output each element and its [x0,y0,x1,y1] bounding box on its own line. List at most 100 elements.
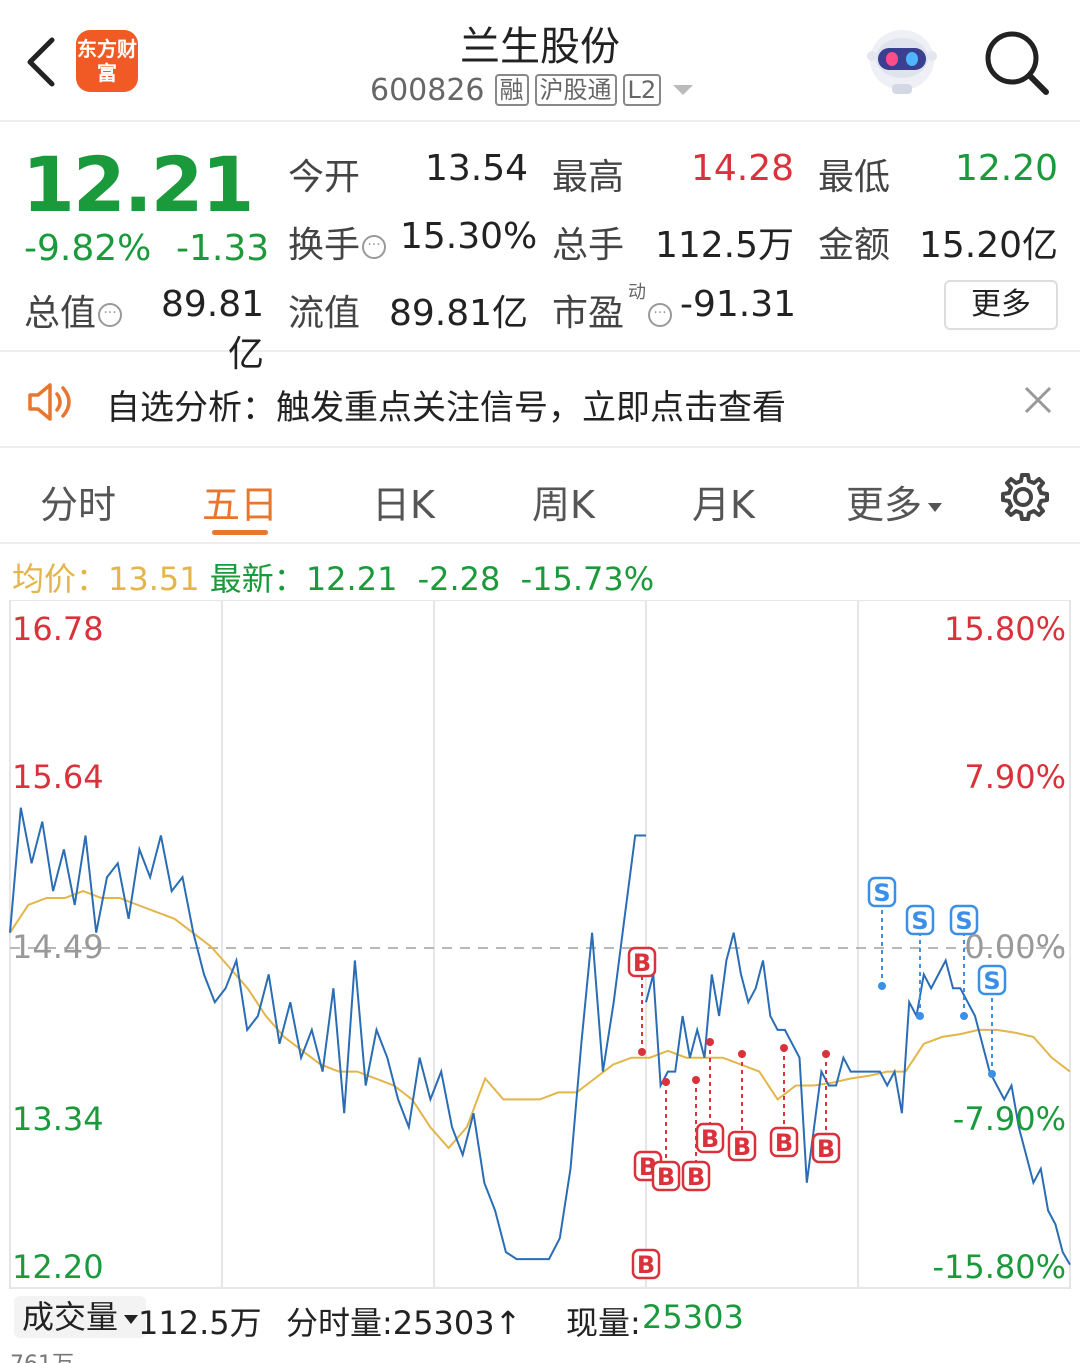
buy-marker-point [706,1038,714,1046]
buy-marker-letter: B [817,1135,835,1163]
latest-value: 12.21 [305,560,398,598]
y-tick-right: 0.00% [964,928,1066,966]
caret-down-icon [928,503,943,512]
l2-tag[interactable]: L2 [622,74,662,106]
y-tick-left: 14.49 [12,928,104,966]
caret-down-icon [124,1314,139,1324]
amount-label: 金额 [818,225,891,266]
indicator-select[interactable]: 成交量 [14,1296,147,1338]
y-tick-right: 15.80% [944,610,1066,648]
sell-marker-letter: S [911,907,928,935]
speaker-icon [28,383,71,421]
volume-total: 112.5万 [138,1304,262,1342]
pe-label[interactable]: 市盈 ··· [552,284,673,336]
buy-marker-letter: B [775,1129,793,1157]
tab-five-day[interactable]: 五日 [202,474,278,529]
volume-row: 成交量 112.5万 分时量:25303↑ 现量: 25303 [0,1294,1080,1344]
sell-marker-letter: S [983,967,1000,995]
info-icon[interactable]: ··· [362,235,387,259]
notice-text: 自选分析：触发重点关注信号，立即点击查看 [106,388,786,428]
sell-marker-point [878,982,886,990]
mktcap-label[interactable]: 总值 ··· [24,284,123,336]
y-tick-left: 15.64 [12,758,104,796]
buy-marker-letter: B [657,1163,675,1191]
sell-marker-point [960,1012,968,1020]
info-icon[interactable]: ··· [98,303,123,327]
chart-frame [9,600,1071,1289]
high-value: 14.28 [690,148,794,189]
stock-name: 兰生股份 [460,24,620,70]
y-tick-left: 13.34 [12,1100,104,1138]
volume-value: 112.5万 [654,225,794,266]
margin-tag: 融 [494,74,529,106]
open-label: 今开 [288,157,361,198]
pe-dynamic-sup: 动 [628,282,646,303]
header: 东方财富 兰生股份 600826 融 沪股通 L2 [0,0,1080,122]
buy-marker-point [822,1050,830,1058]
float-label: 流值 [288,293,361,334]
active-tab-indicator [212,530,268,535]
current-price: 12.21 [22,140,254,229]
latest-change: -2.28 [417,560,501,598]
sell-marker-point [988,1070,996,1078]
pe-label-text: 市盈 [552,293,625,334]
tab-intraday[interactable]: 分时 [40,474,116,529]
latest-change-pct: -15.73% [520,560,655,598]
search-icon[interactable] [982,28,1052,98]
sell-marker-point [916,1012,924,1020]
y-tick-left: 12.20 [12,1248,104,1286]
amount-value: 15.20亿 [918,225,1058,266]
indicator-select-label: 成交量 [22,1298,119,1336]
volume-label: 总手 [552,225,625,266]
turnover-label-text: 换手 [288,225,361,266]
more-quote-button[interactable]: 更多 [944,280,1058,330]
latest-label: 最新： [209,560,306,598]
mktcap-label-text: 总值 [24,293,97,334]
high-label: 最高 [552,157,625,198]
robot-assistant-icon[interactable] [864,26,940,98]
chart-lines [9,807,1071,1266]
buy-marker-letter: B [701,1125,719,1153]
dropdown-caret-icon[interactable] [673,85,694,95]
y-tick-right: 7.90% [964,758,1066,796]
turnover-label[interactable]: 换手 ··· [288,216,387,268]
chart-legend: 均价：13.51 最新：12.21 -2.28 -15.73% [12,554,654,600]
analysis-notice[interactable]: 自选分析：触发重点关注信号，立即点击查看 [0,354,1080,448]
change-amount: -1.33 [176,228,270,269]
info-icon[interactable]: ··· [648,303,673,327]
chart-tabs: 分时 五日 日K 周K 月K 更多 [0,450,1080,544]
chart-grid [9,600,1071,1289]
buy-marker-letter: B [637,1251,655,1279]
tab-weekly-k[interactable]: 周K [532,474,595,529]
five-day-chart[interactable]: BB B BB B B BBSS SS 16.78 15.64 14.49 13.34 12… [0,600,1080,1292]
avg-price-label: 均价： [12,560,109,598]
settings-gear-icon[interactable] [996,470,1050,524]
open-value: 13.54 [424,148,528,189]
trade-markers: BB B BB B B BBSS SS [627,876,1007,1280]
intraday-volume: 分时量:25303↑ [286,1304,522,1342]
quote-panel: 12.21 -9.82% -1.33 今开 13.54 最高 14.28 最低 … [0,124,1080,375]
tab-daily-k[interactable]: 日K [372,474,435,529]
close-icon[interactable] [1022,384,1054,416]
y-tick-right: -15.80% [932,1248,1066,1286]
buy-marker-letter: B [633,949,651,977]
buy-marker-letter: B [687,1163,705,1191]
tab-monthly-k[interactable]: 月K [692,474,755,529]
buy-marker-point [738,1050,746,1058]
current-volume-value: 25303 [642,1298,744,1336]
back-arrow-icon[interactable] [22,34,62,90]
app-logo: 东方财富 [76,30,138,92]
stock-code: 600826 [370,72,485,108]
y-tick-left: 16.78 [12,610,104,648]
tab-more-label: 更多 [846,483,923,527]
tab-more[interactable]: 更多 [846,474,943,529]
float-value: 89.81亿 [388,293,528,334]
buy-marker-point [638,1048,646,1056]
low-value: 12.20 [954,148,1058,189]
pe-value: -91.31 [680,284,797,325]
hk-connect-tag: 沪股通 [534,74,617,106]
buy-marker-point [662,1078,670,1086]
low-label: 最低 [818,157,891,198]
y-tick-right: -7.90% [953,1100,1066,1138]
price-line-days-1-3 [9,807,646,1261]
